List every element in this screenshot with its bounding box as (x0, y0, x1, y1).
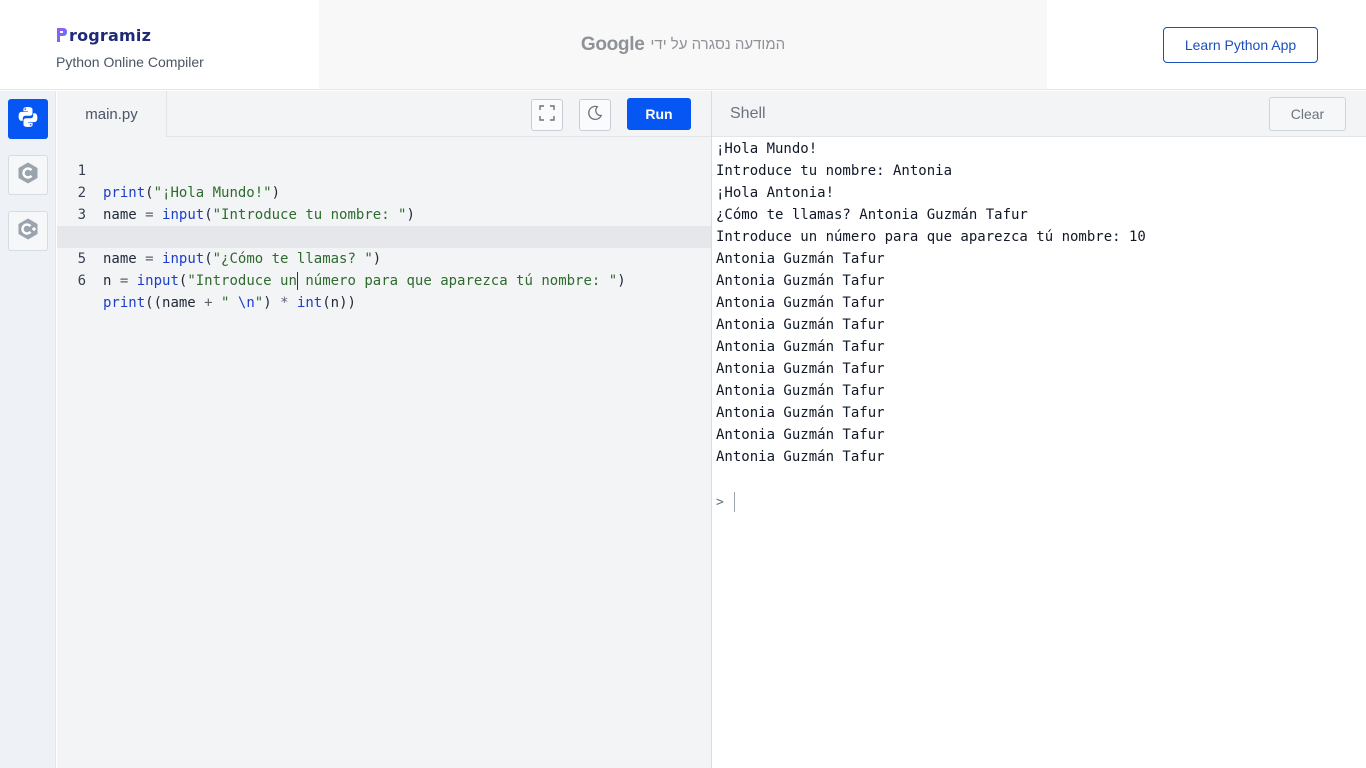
page-subtitle: Python Online Compiler (56, 54, 204, 70)
fullscreen-button[interactable] (531, 99, 563, 131)
ad-closed-text: המודעה נסגרה על ידי (650, 36, 786, 53)
output-line: ¡Hola Antonia! (716, 185, 835, 201)
text-cursor (296, 272, 298, 290)
code-line[interactable]: 3 print("¡Hola "+ name + "!") (57, 182, 711, 245)
editor-toolbar: main.py Run (57, 91, 711, 137)
output-line: Antonia Guzmán Tafur (716, 273, 885, 289)
output-line: Antonia Guzmán Tafur (716, 295, 885, 311)
c-icon (16, 161, 40, 190)
code-line[interactable]: 2 name = input("Introduce tu nombre: ") (57, 160, 711, 223)
fullscreen-icon (539, 104, 555, 126)
top-header: rogramiz Python Online Compiler Google ה… (0, 0, 1366, 90)
shell-panel: Shell Clear ¡Hola Mundo! Introduce tu no… (712, 91, 1366, 768)
shell-title: Shell (730, 105, 766, 122)
code-line-current[interactable]: 5 n = input("Introduce un número para qu… (57, 226, 711, 290)
shell-output: ¡Hola Mundo! Introduce tu nombre: Antoni… (716, 138, 1146, 468)
ad-banner: Google המודעה נסגרה על ידי (319, 0, 1047, 89)
code-line-text: n = input("Introduce un número para que … (103, 272, 626, 290)
shell-input[interactable]: > (716, 491, 735, 513)
programiz-logo-icon (56, 26, 68, 44)
output-line: Introduce tu nombre: Antonia (716, 163, 953, 179)
output-line: Antonia Guzmán Tafur (716, 427, 885, 443)
programiz-logo[interactable]: rogramiz (56, 22, 204, 48)
file-tab-main-py[interactable]: main.py (57, 91, 167, 137)
language-cpp-button[interactable] (8, 211, 48, 251)
python-icon (16, 105, 40, 134)
output-line: Antonia Guzmán Tafur (716, 383, 885, 399)
moon-icon (587, 105, 603, 126)
code-line[interactable]: 6 print((name + " \n") * int(n)) (57, 248, 711, 311)
code-area[interactable]: 1 print("¡Hola Mundo!") 2 name = input("… (57, 138, 711, 311)
output-line: Antonia Guzmán Tafur (716, 251, 885, 267)
prompt-symbol: > (716, 494, 724, 510)
cpp-icon (16, 217, 40, 246)
input-cursor (733, 492, 735, 512)
output-line: ¿Cómo te llamas? Antonia Guzmán Tafur (716, 207, 1028, 223)
run-button[interactable]: Run (627, 98, 691, 130)
output-line: Antonia Guzmán Tafur (716, 361, 885, 377)
code-line[interactable]: 4 name = input("¿Cómo te llamas? ") (57, 204, 711, 267)
output-line: Antonia Guzmán Tafur (716, 317, 885, 333)
language-sidebar (0, 91, 56, 768)
language-python-button[interactable] (8, 99, 48, 139)
output-line: Introduce un número para que aparezca tú… (716, 229, 1146, 245)
line-number: 6 (77, 273, 86, 289)
brand[interactable]: rogramiz Python Online Compiler (56, 22, 204, 71)
logo-text: rogramiz (69, 25, 152, 45)
google-wordmark: Google (580, 33, 645, 55)
output-line: Antonia Guzmán Tafur (716, 405, 885, 421)
code-line-text: print((name + " \n") * int(n)) (103, 295, 356, 311)
clear-button[interactable]: Clear (1269, 97, 1346, 131)
learn-python-app-button[interactable]: Learn Python App (1163, 27, 1318, 63)
output-line: ¡Hola Mundo! (716, 141, 818, 157)
code-line[interactable]: 1 print("¡Hola Mundo!") (57, 138, 711, 201)
output-line: Antonia Guzmán Tafur (716, 339, 885, 355)
shell-toolbar: Shell Clear (712, 91, 1366, 137)
dark-mode-toggle[interactable] (579, 99, 611, 131)
code-editor-panel: main.py Run 1 print("¡Hola Mundo!") 2 na… (57, 91, 711, 768)
language-c-button[interactable] (8, 155, 48, 195)
output-line: Antonia Guzmán Tafur (716, 449, 885, 465)
